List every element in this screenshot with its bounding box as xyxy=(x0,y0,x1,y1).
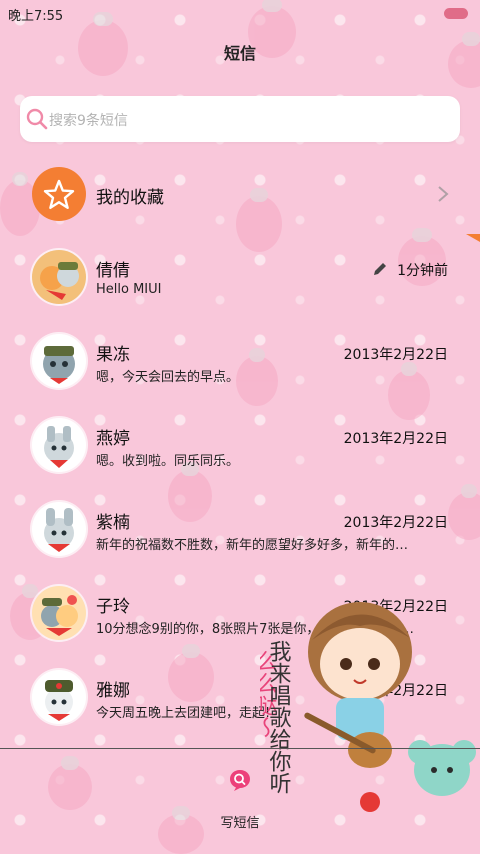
message-time: 2013年2月22日 xyxy=(343,599,448,615)
conversation-row[interactable]: 果冻 2013年2月22日 嗯，今天会回去的早点。 xyxy=(0,334,480,404)
search-input[interactable]: 搜索9条短信 xyxy=(20,96,460,142)
avatar xyxy=(32,502,86,556)
message-preview: 新年的祝福数不胜数，新年的愿望好多好多，新年的… xyxy=(96,538,409,553)
message-preview: 嗯。收到啦。同乐同乐。 xyxy=(96,454,240,469)
message-preview: 10分想念9别的你，8张照片7张是你，6只小狗5只像… xyxy=(96,622,414,637)
compose-button-label[interactable]: 写短信 xyxy=(0,812,480,831)
contact-name: 子玲 xyxy=(96,597,130,617)
conversation-row[interactable]: 紫楠 2013年2月22日 新年的祝福数不胜数，新年的愿望好多好多，新年的… xyxy=(0,502,480,572)
contact-name: 倩倩 xyxy=(96,261,130,281)
avatar xyxy=(32,250,86,304)
chevron-right-icon xyxy=(438,186,449,202)
contact-name: 燕婷 xyxy=(96,429,130,449)
star-icon xyxy=(32,167,86,221)
conversation-row[interactable]: 子玲 2013年2月22日 10分想念9别的你，8张照片7张是你，6只小狗5只像… xyxy=(0,586,480,656)
pencil-icon xyxy=(374,263,386,275)
battery-icon xyxy=(444,8,468,19)
avatar xyxy=(32,334,86,388)
contact-name: 雅娜 xyxy=(96,681,130,701)
search-icon xyxy=(26,108,48,130)
message-time: 2013年2月22日 xyxy=(343,515,448,531)
bottom-divider xyxy=(0,748,480,749)
conversation-row[interactable]: 雅娜 2013年2月22日 今天周五晚上去团建吧，走起! xyxy=(0,670,480,740)
compose-message-icon[interactable] xyxy=(228,768,252,792)
message-preview: 嗯，今天会回去的早点。 xyxy=(96,370,240,385)
side-tab-marker xyxy=(466,234,480,242)
message-time: 1分钟前 xyxy=(397,263,448,279)
message-preview: 今天周五晚上去团建吧，走起! xyxy=(96,706,271,721)
avatar xyxy=(32,586,86,640)
search-placeholder: 搜索9条短信 xyxy=(49,113,128,129)
status-bar: 晚上7:55 xyxy=(0,0,480,28)
avatar xyxy=(32,418,86,472)
favorites-row[interactable]: 我的收藏 xyxy=(0,164,480,228)
conversation-row[interactable]: 燕婷 2013年2月22日 嗯。收到啦。同乐同乐。 xyxy=(0,418,480,488)
contact-name: 紫楠 xyxy=(96,513,130,533)
message-time: 2013年2月22日 xyxy=(343,431,448,447)
message-time: 2013年2月22日 xyxy=(343,683,448,699)
avatar xyxy=(32,670,86,724)
message-preview: Hello MIUI xyxy=(96,282,162,297)
favorites-label: 我的收藏 xyxy=(96,188,164,208)
conversation-row[interactable]: 倩倩 1分钟前 Hello MIUI xyxy=(0,250,480,320)
contact-name: 果冻 xyxy=(96,345,130,365)
background-decoration xyxy=(48,756,92,810)
page-title: 短信 xyxy=(223,44,256,63)
message-time: 2013年2月22日 xyxy=(343,347,448,363)
status-time: 晚上7:55 xyxy=(8,9,64,24)
